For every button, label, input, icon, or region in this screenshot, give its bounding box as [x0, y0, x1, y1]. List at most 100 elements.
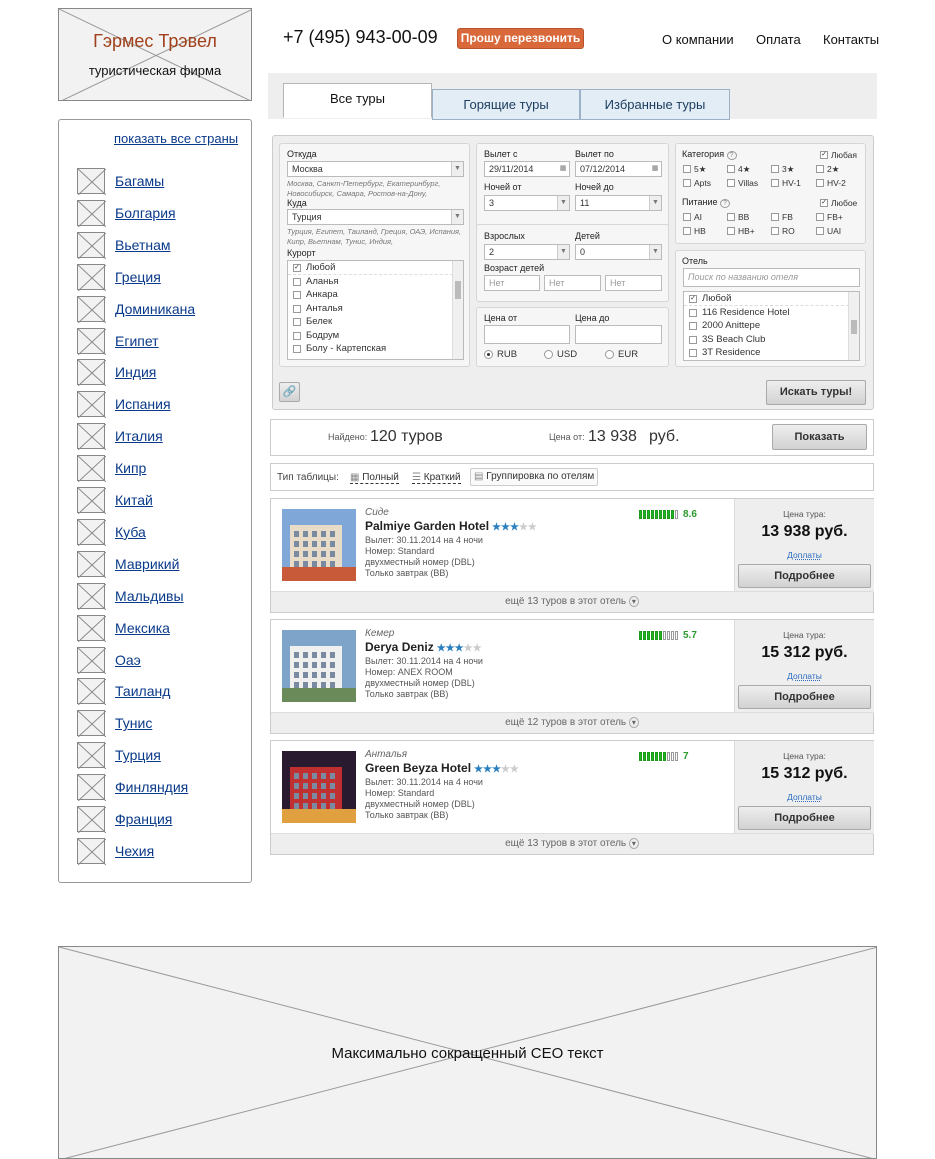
- country-item[interactable]: Франция: [77, 806, 247, 834]
- country-link[interactable]: Мексика: [115, 620, 170, 636]
- currency-radio[interactable]: EUR: [605, 349, 638, 360]
- country-link[interactable]: Мальдивы: [115, 588, 184, 604]
- resort-option[interactable]: Болу - Картепская: [288, 342, 463, 356]
- country-link[interactable]: Испания: [115, 396, 171, 412]
- country-link[interactable]: Китай: [115, 492, 153, 508]
- price-to-input[interactable]: [575, 325, 662, 344]
- nav-payment[interactable]: Оплата: [756, 32, 801, 47]
- country-link[interactable]: Оаэ: [115, 652, 141, 668]
- more-tours-link[interactable]: ещё 13 туров в этот отель ▾: [271, 591, 873, 612]
- nav-contacts[interactable]: Контакты: [823, 32, 879, 47]
- meal-checkbox[interactable]: HB: [683, 226, 706, 236]
- resort-scrollbar[interactable]: [452, 261, 463, 359]
- country-item[interactable]: Финляндия: [77, 774, 247, 802]
- meal-checkbox[interactable]: RO: [771, 226, 795, 236]
- resort-option[interactable]: Бодрум: [288, 329, 463, 343]
- country-item[interactable]: Испания: [77, 391, 247, 419]
- extras-link[interactable]: Доплаты: [735, 792, 874, 802]
- hotel-photo[interactable]: [282, 751, 356, 823]
- meal-checkbox[interactable]: HB+: [727, 226, 755, 236]
- meal-checkbox[interactable]: AI: [683, 212, 702, 222]
- hotel-option[interactable]: ✓ Любой: [684, 292, 859, 306]
- country-link[interactable]: Болгария: [115, 205, 176, 221]
- checkbox[interactable]: ✓: [689, 295, 697, 303]
- currency-radio[interactable]: USD: [544, 349, 577, 360]
- category-checkbox[interactable]: Villas: [727, 178, 758, 188]
- category-checkbox[interactable]: HV-2: [816, 178, 846, 188]
- date-to-input[interactable]: 07/12/2014 ▦: [575, 161, 662, 177]
- category-checkbox[interactable]: Apts: [683, 178, 711, 188]
- country-item[interactable]: Вьетнам: [77, 231, 247, 260]
- country-link[interactable]: Индия: [115, 364, 156, 380]
- country-link[interactable]: Италия: [115, 428, 163, 444]
- checkbox[interactable]: ✓: [293, 264, 301, 272]
- hotel-list[interactable]: ✓ Любой 116 Residence Hotel 2000 Anittepe 3S…: [683, 291, 860, 361]
- checkbox[interactable]: [293, 318, 301, 326]
- nights-from-select[interactable]: 3 ▼: [484, 195, 570, 211]
- nav-about[interactable]: О компании: [662, 32, 734, 47]
- hotel-name[interactable]: Derya Deniz ★★★★★: [365, 640, 482, 654]
- category-any-checkbox[interactable]: ✓ Любая: [820, 150, 857, 160]
- more-tours-link[interactable]: ещё 13 туров в этот отель ▾: [271, 833, 873, 854]
- category-checkbox[interactable]: 5★: [683, 164, 706, 174]
- country-item[interactable]: Таиланд: [77, 678, 247, 706]
- country-item[interactable]: Египет: [77, 327, 247, 355]
- country-link[interactable]: Куба: [115, 524, 146, 540]
- hotel-option[interactable]: 2000 Anittepe: [684, 319, 859, 333]
- country-item[interactable]: Доминикана: [77, 295, 247, 323]
- country-item[interactable]: Индия: [77, 359, 247, 387]
- country-link[interactable]: Кипр: [115, 460, 146, 476]
- child-age-1[interactable]: Нет: [484, 275, 540, 291]
- checkbox[interactable]: [293, 304, 301, 313]
- resort-list[interactable]: ✓ Любой Аланья Анкара Анталья Белек Бодрум Болу…: [287, 260, 464, 360]
- search-tours-button[interactable]: Искать туры!: [766, 380, 866, 405]
- child-age-3[interactable]: Нет: [605, 275, 662, 291]
- hotel-option[interactable]: 3S Beach Club: [684, 333, 859, 347]
- tab-all-tours[interactable]: Все туры: [283, 83, 432, 118]
- show-button[interactable]: Показать: [772, 424, 867, 450]
- country-link[interactable]: Греция: [115, 269, 161, 285]
- details-button[interactable]: Подробнее: [738, 564, 871, 588]
- resort-option[interactable]: Аланья: [288, 275, 463, 289]
- nights-to-select[interactable]: 11 ▼: [575, 195, 662, 211]
- country-item[interactable]: Италия: [77, 423, 247, 451]
- checkbox[interactable]: [689, 349, 697, 357]
- country-link[interactable]: Маврикий: [115, 556, 179, 572]
- tab-hot-tours[interactable]: Горящие туры: [432, 89, 580, 120]
- checkbox[interactable]: [293, 277, 301, 286]
- children-select[interactable]: 0 ▼: [575, 244, 662, 260]
- country-item[interactable]: Маврикий: [77, 550, 247, 579]
- country-link[interactable]: Египет: [115, 333, 159, 349]
- country-link[interactable]: Доминикана: [115, 301, 195, 317]
- help-icon[interactable]: ?: [720, 199, 730, 208]
- country-link[interactable]: Тунис: [115, 715, 152, 731]
- table-type-short[interactable]: ☰ Краткий: [412, 472, 461, 484]
- details-button[interactable]: Подробнее: [738, 806, 871, 830]
- country-item[interactable]: Китай: [77, 487, 247, 515]
- more-tours-link[interactable]: ещё 12 туров в этот отель ▾: [271, 712, 873, 733]
- country-link[interactable]: Багамы: [115, 173, 164, 189]
- country-item[interactable]: Кипр: [77, 455, 247, 483]
- logo[interactable]: Гэрмес Трэвел туристическая фирма: [58, 8, 252, 101]
- resort-option[interactable]: Белек: [288, 315, 463, 329]
- adults-select[interactable]: 2 ▼: [484, 244, 570, 260]
- child-age-2[interactable]: Нет: [544, 275, 601, 291]
- hotel-option[interactable]: 116 Residence Hotel: [684, 306, 859, 320]
- category-checkbox[interactable]: HV-1: [771, 178, 801, 188]
- checkbox[interactable]: [293, 331, 301, 340]
- checkbox[interactable]: [689, 322, 697, 330]
- meal-checkbox[interactable]: FB: [771, 212, 793, 222]
- country-item[interactable]: Тунис: [77, 710, 247, 738]
- checkbox[interactable]: [293, 291, 301, 299]
- country-item[interactable]: Оаэ: [77, 646, 247, 674]
- price-from-input[interactable]: [484, 325, 570, 344]
- meal-checkbox[interactable]: FB+: [816, 212, 843, 222]
- category-checkbox[interactable]: 4★: [727, 164, 750, 174]
- checkbox[interactable]: [293, 345, 301, 353]
- meal-checkbox[interactable]: UAI: [816, 226, 841, 236]
- country-item[interactable]: Болгария: [77, 199, 247, 228]
- hotel-name[interactable]: Palmiye Garden Hotel ★★★★★: [365, 519, 537, 533]
- resort-option[interactable]: ✓ Любой: [288, 261, 463, 275]
- table-type-full[interactable]: ▦ Полный: [350, 472, 399, 484]
- hotel-option[interactable]: 3T Residence: [684, 346, 859, 360]
